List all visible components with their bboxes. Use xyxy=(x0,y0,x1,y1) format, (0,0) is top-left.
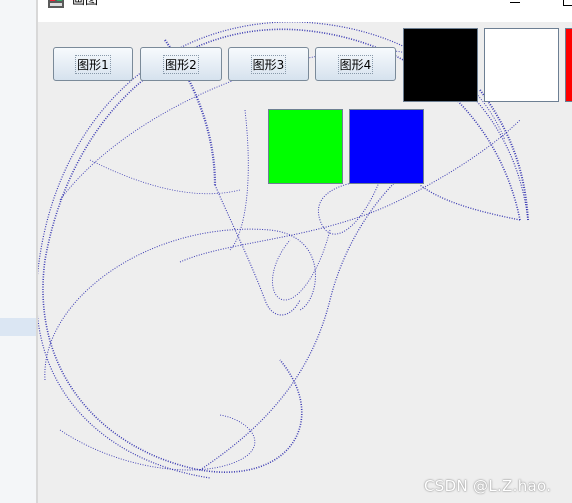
background-selection-mark xyxy=(0,318,36,336)
attractor-curve-12 xyxy=(272,229,331,301)
attractor-curve-2 xyxy=(44,228,316,381)
color-swatch-blue[interactable] xyxy=(349,109,424,184)
shape-2-button[interactable]: 图形2 xyxy=(140,47,222,81)
window-title: 画图 xyxy=(72,0,99,8)
attractor-curve-6 xyxy=(419,184,521,221)
color-swatch-red[interactable] xyxy=(565,28,572,102)
attractor-curve-10 xyxy=(89,159,241,195)
title-bar[interactable]: 画图 xyxy=(38,0,572,22)
watermark: CSDN @L.Z.hao. xyxy=(424,477,552,495)
color-swatch-white[interactable] xyxy=(484,28,559,102)
maximize-button[interactable] xyxy=(563,0,572,6)
shape-1-label: 图形1 xyxy=(75,54,111,74)
attractor-curve-3 xyxy=(199,159,421,471)
paint-app-icon xyxy=(48,0,64,8)
color-swatch-green[interactable] xyxy=(268,109,343,184)
attractor-curve-13 xyxy=(59,414,256,471)
shape-3-label: 图形3 xyxy=(250,54,287,74)
shape-3-button[interactable]: 图形3 xyxy=(228,47,309,81)
shape-4-label: 图形4 xyxy=(337,54,374,74)
drawing-canvas[interactable]: 图形1 图形2 图形3 图形4 xyxy=(38,22,572,503)
shape-1-button[interactable]: 图形1 xyxy=(53,47,133,81)
background-desktop-strip xyxy=(0,0,36,503)
shape-2-label: 图形2 xyxy=(163,54,199,74)
attractor-curve-7 xyxy=(317,179,381,235)
minimize-button[interactable] xyxy=(510,0,520,3)
attractor-curve-8 xyxy=(214,184,301,316)
shape-4-button[interactable]: 图形4 xyxy=(315,47,396,81)
color-swatch-black[interactable] xyxy=(403,28,478,102)
attractor-curve-14 xyxy=(479,89,529,221)
